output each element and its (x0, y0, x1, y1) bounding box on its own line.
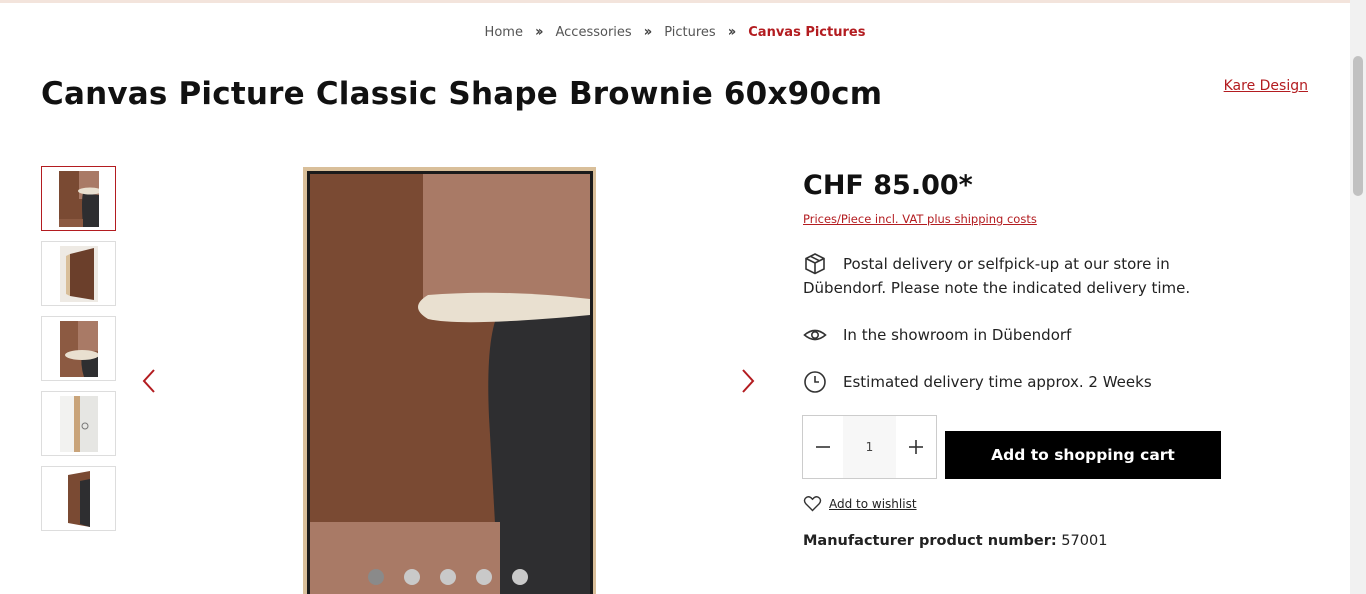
product-title: Canvas Picture Classic Shape Brownie 60x… (41, 76, 883, 112)
chevron-right-icon (742, 369, 755, 393)
add-to-cart-button[interactable]: Add to shopping cart (945, 431, 1221, 479)
thumbnail-list (41, 166, 116, 541)
gallery-dot[interactable] (404, 569, 420, 585)
minus-icon (816, 446, 830, 448)
thumbnail-1[interactable] (41, 166, 116, 231)
thumbnail-image (59, 320, 98, 377)
gallery-prev-button[interactable] (140, 368, 160, 394)
manufacturer-product-number: Manufacturer product number: 57001 (803, 533, 1107, 549)
box-icon (805, 253, 825, 275)
breadcrumb-pictures[interactable]: Pictures (664, 25, 715, 40)
postal-delivery-text: Postal delivery or selfpick-up at our st… (803, 255, 1191, 297)
page-scrollbar[interactable] (1350, 0, 1366, 594)
gallery-dot[interactable] (368, 569, 384, 585)
clock-icon (804, 371, 826, 393)
product-price: CHF 85.00* (803, 170, 973, 201)
mpn-label: Manufacturer product number: (803, 533, 1057, 549)
showroom-info: In the showroom in Dübendorf (803, 323, 1233, 347)
quantity-stepper: 1 (802, 415, 937, 479)
thumbnail-image (59, 245, 98, 302)
gallery-dot[interactable] (476, 569, 492, 585)
thumbnail-image (63, 470, 94, 527)
mpn-value: 57001 (1061, 533, 1108, 549)
thumbnail-3[interactable] (41, 316, 116, 381)
price-note-link[interactable]: Prices/Piece incl. VAT plus shipping cos… (803, 212, 1037, 226)
heart-icon (803, 496, 822, 512)
gallery-next-button[interactable] (738, 368, 758, 394)
gallery-dots (368, 569, 528, 585)
chevron-double-right-icon: ›› (534, 24, 543, 40)
eye-icon (803, 329, 827, 341)
wishlist-label[interactable]: Add to wishlist (829, 497, 917, 511)
thumbnail-image (59, 395, 98, 452)
quantity-input[interactable]: 1 (843, 416, 896, 478)
delivery-time-info: Estimated delivery time approx. 2 Weeks (803, 370, 1233, 394)
thumbnail-image (58, 170, 99, 227)
delivery-time-text: Estimated delivery time approx. 2 Weeks (843, 373, 1152, 391)
breadcrumb-current[interactable]: Canvas Pictures (748, 25, 865, 40)
brand-link[interactable]: Kare Design (1224, 78, 1308, 94)
chevron-left-icon (142, 369, 155, 393)
thumbnail-5[interactable] (41, 466, 116, 531)
plus-icon (909, 440, 923, 454)
canvas-picture-image (303, 167, 596, 594)
chevron-double-right-icon: ›› (643, 24, 652, 40)
quantity-decrease-button[interactable] (803, 416, 843, 478)
showroom-text: In the showroom in Dübendorf (843, 326, 1072, 344)
gallery-dot[interactable] (512, 569, 528, 585)
quantity-increase-button[interactable] (896, 416, 936, 478)
product-main-image[interactable] (303, 167, 596, 594)
postal-delivery-info: Postal delivery or selfpick-up at our st… (803, 252, 1233, 300)
chevron-double-right-icon: ›› (727, 24, 736, 40)
breadcrumb: Home ›› Accessories ›› Pictures ›› Canva… (0, 24, 1350, 40)
thumbnail-2[interactable] (41, 241, 116, 306)
gallery-dot[interactable] (440, 569, 456, 585)
top-accent-line (0, 0, 1350, 3)
breadcrumb-home[interactable]: Home (485, 25, 523, 40)
scrollbar-thumb[interactable] (1353, 56, 1363, 196)
wishlist-link[interactable]: Add to wishlist (803, 495, 917, 512)
breadcrumb-accessories[interactable]: Accessories (555, 25, 631, 40)
thumbnail-4[interactable] (41, 391, 116, 456)
